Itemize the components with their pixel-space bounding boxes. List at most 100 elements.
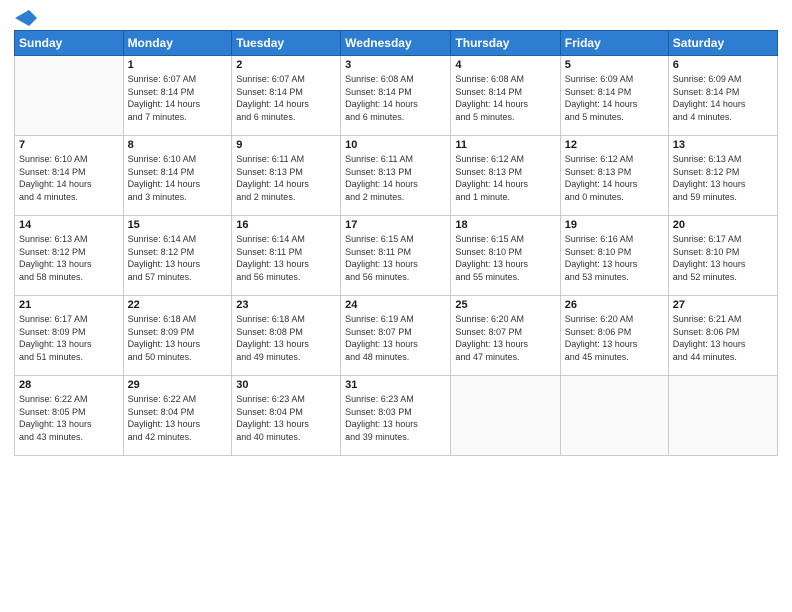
day-info: Sunrise: 6:22 AM Sunset: 8:04 PM Dayligh… [128,393,228,443]
calendar-cell: 10Sunrise: 6:11 AM Sunset: 8:13 PM Dayli… [341,136,451,216]
day-number: 31 [345,379,446,391]
day-number: 15 [128,219,228,231]
calendar-cell [560,376,668,456]
day-info: Sunrise: 6:14 AM Sunset: 8:12 PM Dayligh… [128,233,228,283]
calendar-cell: 11 Sunrise: 6:12 AM Sunset: 8:13 PM Dayli… [451,136,560,216]
day-number: 26 [565,299,664,311]
day-number: 3 [345,59,446,71]
day-info: Sunrise: 6:09 AM Sunset: 8:14 PM Dayligh… [565,73,664,123]
logo [14,10,37,24]
calendar-cell: 14 Sunrise: 6:13 AM Sunset: 8:12 PM Dayli… [15,216,124,296]
calendar-cell: 3Sunrise: 6:08 AM Sunset: 8:14 PM Daylig… [341,56,451,136]
day-number: 5 [565,59,664,71]
day-info: Sunrise: 6:15 AM Sunset: 8:10 PM Dayligh… [455,233,555,283]
day-number: 19 [565,219,664,231]
day-info: Sunrise: 6:15 AM Sunset: 8:11 PM Dayligh… [345,233,446,283]
calendar-cell: 18 Sunrise: 6:15 AM Sunset: 8:10 PM Dayli… [451,216,560,296]
calendar-cell: 26 Sunrise: 6:20 AM Sunset: 8:06 PM Dayli… [560,296,668,376]
day-number: 27 [673,299,773,311]
day-info: Sunrise: 6:13 AM Sunset: 8:12 PM Dayligh… [19,233,119,283]
day-number: 28 [19,379,119,391]
day-info: Sunrise: 6:18 AM Sunset: 8:09 PM Dayligh… [128,313,228,363]
day-number: 14 [19,219,119,231]
weekday-header-monday: Monday [123,31,232,56]
day-info: Sunrise: 6:12 AM Sunset: 8:13 PM Dayligh… [455,153,555,203]
day-info: Sunrise: 6:10 AM Sunset: 8:14 PM Dayligh… [19,153,119,203]
calendar-cell: 30Sunrise: 6:23 AM Sunset: 8:04 PM Dayli… [232,376,341,456]
page-container: SundayMondayTuesdayWednesdayThursdayFrid… [0,0,792,612]
day-number: 2 [236,59,336,71]
logo-bird-icon [15,10,37,26]
calendar-cell: 25 Sunrise: 6:20 AM Sunset: 8:07 PM Dayli… [451,296,560,376]
day-info: Sunrise: 6:14 AM Sunset: 8:11 PM Dayligh… [236,233,336,283]
day-info: Sunrise: 6:23 AM Sunset: 8:03 PM Dayligh… [345,393,446,443]
day-number: 21 [19,299,119,311]
calendar-cell: 17 Sunrise: 6:15 AM Sunset: 8:11 PM Dayli… [341,216,451,296]
day-number: 6 [673,59,773,71]
day-info: Sunrise: 6:10 AM Sunset: 8:14 PM Dayligh… [128,153,228,203]
calendar-cell: 27 Sunrise: 6:21 AM Sunset: 8:06 PM Dayli… [668,296,777,376]
calendar-cell: 29 Sunrise: 6:22 AM Sunset: 8:04 PM Dayli… [123,376,232,456]
calendar-cell: 16 Sunrise: 6:14 AM Sunset: 8:11 PM Dayli… [232,216,341,296]
day-number: 23 [236,299,336,311]
calendar-week-row: 21 Sunrise: 6:17 AM Sunset: 8:09 PM Dayli… [15,296,778,376]
header [14,10,778,24]
day-number: 4 [455,59,555,71]
day-number: 10 [345,139,446,151]
weekday-header-wednesday: Wednesday [341,31,451,56]
day-number: 8 [128,139,228,151]
calendar-cell: 20 Sunrise: 6:17 AM Sunset: 8:10 PM Dayli… [668,216,777,296]
day-info: Sunrise: 6:20 AM Sunset: 8:07 PM Dayligh… [455,313,555,363]
calendar-cell: 28Sunrise: 6:22 AM Sunset: 8:05 PM Dayli… [15,376,124,456]
weekday-header-row: SundayMondayTuesdayWednesdayThursdayFrid… [15,31,778,56]
day-info: Sunrise: 6:13 AM Sunset: 8:12 PM Dayligh… [673,153,773,203]
day-info: Sunrise: 6:08 AM Sunset: 8:14 PM Dayligh… [455,73,555,123]
calendar-cell: 9 Sunrise: 6:11 AM Sunset: 8:13 PM Daylig… [232,136,341,216]
calendar-cell: 5 Sunrise: 6:09 AM Sunset: 8:14 PM Daylig… [560,56,668,136]
day-number: 13 [673,139,773,151]
calendar-cell: 1Sunrise: 6:07 AM Sunset: 8:14 PM Daylig… [123,56,232,136]
calendar-cell: 23 Sunrise: 6:18 AM Sunset: 8:08 PM Dayli… [232,296,341,376]
calendar-cell: 19 Sunrise: 6:16 AM Sunset: 8:10 PM Dayli… [560,216,668,296]
day-number: 11 [455,139,555,151]
calendar-week-row: 28Sunrise: 6:22 AM Sunset: 8:05 PM Dayli… [15,376,778,456]
calendar-cell: 6Sunrise: 6:09 AM Sunset: 8:14 PM Daylig… [668,56,777,136]
calendar-cell [668,376,777,456]
calendar-cell [15,56,124,136]
calendar-week-row: 14 Sunrise: 6:13 AM Sunset: 8:12 PM Dayli… [15,216,778,296]
calendar-cell: 8 Sunrise: 6:10 AM Sunset: 8:14 PM Daylig… [123,136,232,216]
calendar-cell [451,376,560,456]
day-info: Sunrise: 6:21 AM Sunset: 8:06 PM Dayligh… [673,313,773,363]
day-info: Sunrise: 6:20 AM Sunset: 8:06 PM Dayligh… [565,313,664,363]
day-number: 22 [128,299,228,311]
calendar-week-row: 1 Sunrise: 6:07 AM Sunset: 8:14 PM Daylig… [15,56,778,136]
day-number: 18 [455,219,555,231]
day-info: Sunrise: 6:17 AM Sunset: 8:10 PM Dayligh… [673,233,773,283]
day-number: 29 [128,379,228,391]
day-number: 7 [19,139,119,151]
day-number: 16 [236,219,336,231]
day-info: Sunrise: 6:11 AM Sunset: 8:13 PM Dayligh… [236,153,336,203]
day-info: Sunrise: 6:07 AM Sunset: 8:14 PM Dayligh… [236,73,336,123]
day-info: Sunrise: 6:18 AM Sunset: 8:08 PM Dayligh… [236,313,336,363]
day-number: 9 [236,139,336,151]
day-number: 1 [128,59,228,71]
weekday-header-friday: Friday [560,31,668,56]
day-info: Sunrise: 6:16 AM Sunset: 8:10 PM Dayligh… [565,233,664,283]
day-info: Sunrise: 6:17 AM Sunset: 8:09 PM Dayligh… [19,313,119,363]
day-number: 12 [565,139,664,151]
weekday-header-tuesday: Tuesday [232,31,341,56]
day-number: 17 [345,219,446,231]
calendar-cell: 22 Sunrise: 6:18 AM Sunset: 8:09 PM Dayli… [123,296,232,376]
day-number: 25 [455,299,555,311]
calendar-cell: 15 Sunrise: 6:14 AM Sunset: 8:12 PM Dayli… [123,216,232,296]
day-number: 20 [673,219,773,231]
calendar-cell: 21 Sunrise: 6:17 AM Sunset: 8:09 PM Dayli… [15,296,124,376]
day-info: Sunrise: 6:12 AM Sunset: 8:13 PM Dayligh… [565,153,664,203]
weekday-header-saturday: Saturday [668,31,777,56]
calendar-cell: 4 Sunrise: 6:08 AM Sunset: 8:14 PM Daylig… [451,56,560,136]
calendar-cell: 31 Sunrise: 6:23 AM Sunset: 8:03 PM Dayli… [341,376,451,456]
weekday-header-thursday: Thursday [451,31,560,56]
day-number: 24 [345,299,446,311]
calendar-table: SundayMondayTuesdayWednesdayThursdayFrid… [14,30,778,456]
